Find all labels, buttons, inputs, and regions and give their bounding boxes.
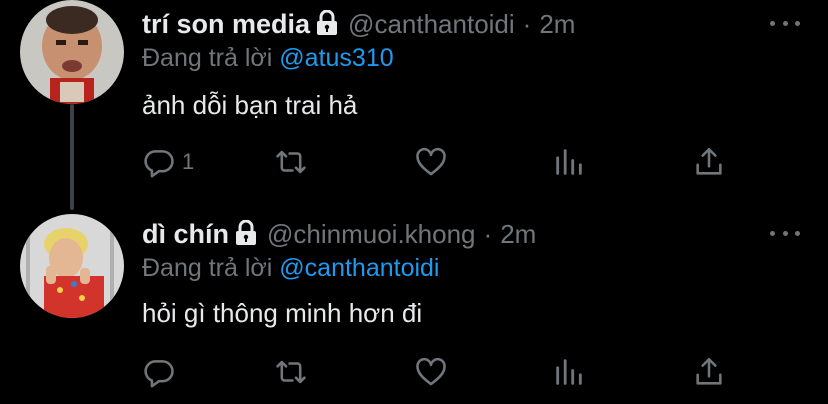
analytics-icon xyxy=(556,149,582,175)
tweet-text: ảnh dỗi bạn trai hả xyxy=(142,90,358,120)
reply-context: Đang trả lời @canthantoidi xyxy=(142,254,440,283)
avatar[interactable] xyxy=(20,214,124,318)
handle[interactable]: @chinmuoi.khong xyxy=(267,219,476,250)
reply-count: 1 xyxy=(182,149,195,174)
lock-icon xyxy=(235,219,257,246)
timestamp[interactable]: 2m xyxy=(539,9,575,40)
share-icon xyxy=(696,357,722,385)
retweet-button[interactable] xyxy=(274,142,308,182)
share-button[interactable] xyxy=(692,352,726,392)
like-button[interactable] xyxy=(414,142,448,182)
reply-button[interactable] xyxy=(142,352,182,392)
reply-prefix: Đang trả lời xyxy=(142,44,280,72)
lock-icon xyxy=(316,9,338,36)
reply-context: Đang trả lời @atus310 xyxy=(142,44,394,73)
tweet-text: hỏi gì thông minh hơn đi xyxy=(142,298,423,328)
share-button[interactable] xyxy=(692,142,726,182)
tweet[interactable]: dì chín @chinmuoi.khong · 2m Đang trả lờ… xyxy=(0,200,828,404)
tweet[interactable]: trí son media @canthantoidi · 2m Đang tr… xyxy=(0,0,828,210)
action-bar xyxy=(142,352,732,392)
retweet-icon xyxy=(276,150,306,174)
reply-icon xyxy=(144,360,174,388)
separator: · xyxy=(522,8,532,39)
retweet-button[interactable] xyxy=(274,352,308,392)
retweet-icon xyxy=(276,360,306,384)
separator: · xyxy=(483,218,493,249)
analytics-icon xyxy=(556,359,582,385)
share-icon xyxy=(696,147,722,175)
analytics-button[interactable] xyxy=(552,142,586,182)
reply-icon xyxy=(144,150,174,178)
mention-link[interactable]: @canthantoidi xyxy=(279,254,439,282)
avatar[interactable] xyxy=(20,0,124,104)
tweet-header: trí son media @canthantoidi · 2m xyxy=(142,6,575,42)
action-bar: 1 xyxy=(142,142,732,182)
reply-prefix: Đang trả lời xyxy=(142,254,280,282)
mention-link[interactable]: @atus310 xyxy=(279,44,393,72)
tweet-header: dì chín @chinmuoi.khong · 2m xyxy=(142,216,536,252)
heart-icon xyxy=(416,357,446,386)
thread-line xyxy=(70,104,74,210)
display-name[interactable]: dì chín xyxy=(142,219,229,250)
more-options-icon[interactable] xyxy=(770,16,800,30)
heart-icon xyxy=(416,147,446,176)
timestamp[interactable]: 2m xyxy=(500,219,536,250)
more-options-icon[interactable] xyxy=(770,226,800,240)
display-name[interactable]: trí son media xyxy=(142,9,310,40)
analytics-button[interactable] xyxy=(552,352,586,392)
like-button[interactable] xyxy=(414,352,448,392)
handle[interactable]: @canthantoidi xyxy=(348,9,515,40)
reply-button[interactable]: 1 xyxy=(142,142,194,182)
